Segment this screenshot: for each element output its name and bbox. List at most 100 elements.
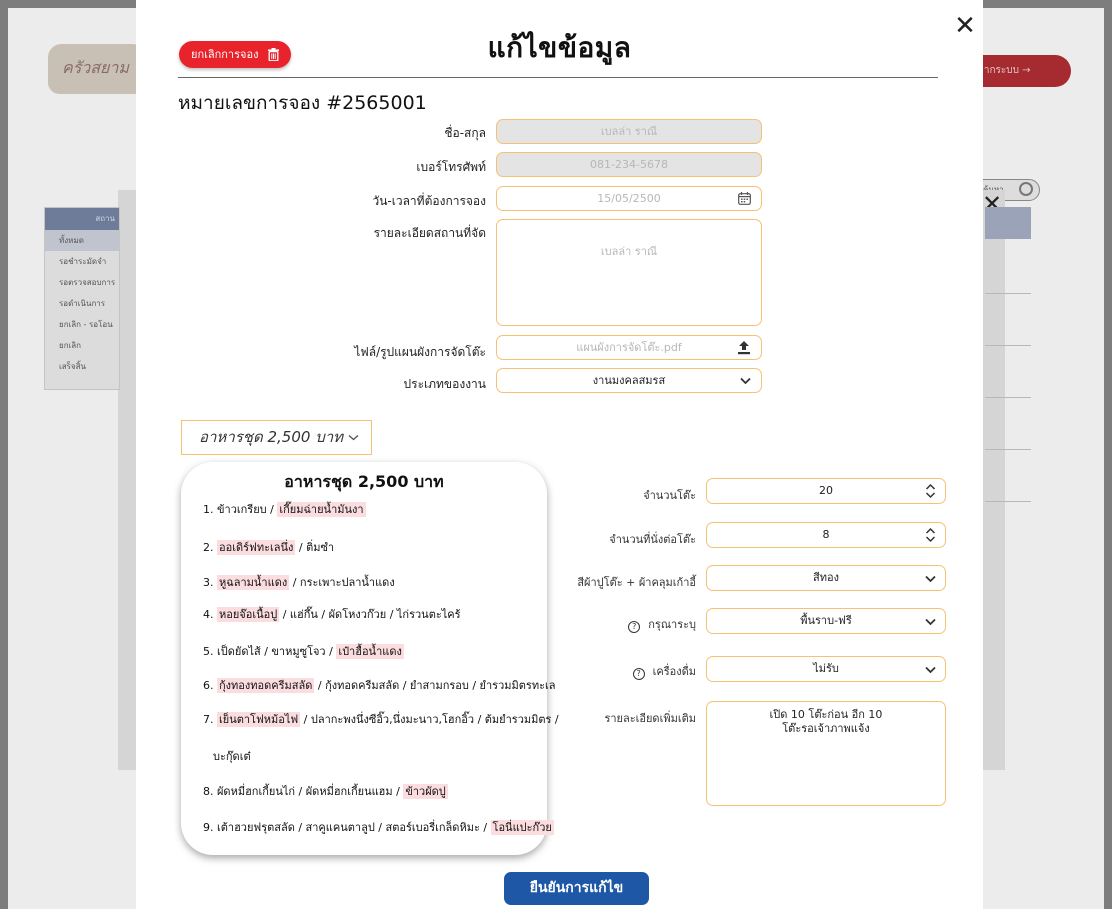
seats-label: จำนวนที่นั่งต่อโต๊ะ (609, 533, 696, 546)
drinks-label: ? เครื่องดื่ม (556, 662, 696, 680)
background-sidebar: สถาน ทั้งหมด รอชำระมัดจำ รอตรวจสอบการ รอ… (44, 207, 120, 390)
stepper-icon[interactable] (925, 527, 936, 543)
menu-item: 4. หอยจ๊อเนื้อปู / แฮ่กึ๊น / ผัดโหงวก๊วย… (203, 605, 461, 623)
chevron-down-icon (348, 434, 359, 441)
menu-item-highlight: เกี๊ยมฉ่ายน้ำมันงา (277, 502, 366, 517)
file-value: แผนผังการจัดโต๊ะ.pdf (576, 341, 682, 354)
menu-item-text: 8. ผัดหมี่ฮกเกี้ยนไก่ / ผัดหมี่ฮกเกี้ยนแ… (203, 785, 404, 798)
venue-value: เบลล่า ราณี (600, 245, 658, 258)
menu-item: 6. กุ้งทองทอดครีมสลัด / กุ้งทอดครีมสลัด … (203, 676, 555, 694)
chevron-down-icon (925, 575, 936, 583)
datetime-label: วัน-เวลาที่ต้องการจอง (372, 194, 486, 208)
file-label: ไฟล์/รูปแผนผังการจัดโต๊ะ (354, 345, 486, 359)
set-menu-select[interactable]: อาหารชุด 2,500 บาท (181, 420, 372, 455)
menu-item-highlight: โอนี่แปะก๊วย (490, 820, 554, 835)
tables-stepper[interactable]: 20 (706, 478, 946, 504)
menu-item-highlight: เย็นตาโฟหม้อไฟ (217, 712, 301, 727)
menu-item: 7. เย็นตาโฟหม้อไฟ / ปลากะพงนึ่งซีอิ๊ว,นึ… (203, 710, 559, 728)
help-icon[interactable]: ? (632, 668, 645, 680)
stepper-icon[interactable] (925, 483, 936, 499)
menu-item: 8. ผัดหมี่ฮกเกี้ยนไก่ / ผัดหมี่ฮกเกี้ยนแ… (203, 782, 448, 800)
floor-label-text: กรุณาระบุ (648, 618, 696, 631)
background-sidebar-item: รอดำเนินการ (59, 299, 106, 308)
name-label: ชื่อ-สกุล (444, 126, 486, 140)
menu-item-highlight: กุ้งทองทอดครีมสลัด (217, 678, 315, 693)
menu-item-text: 1. ข้าวเกรียบ / (203, 503, 278, 516)
name-field: เบลล่า ราณี (496, 119, 762, 144)
notes-textarea[interactable]: เปิด 10 โต๊ะก่อน อีก 10 โต๊ะรอเจ้าภาพแจ้… (706, 701, 946, 806)
file-upload-field[interactable]: แผนผังการจัดโต๊ะ.pdf (496, 335, 762, 360)
help-icon[interactable]: ? (628, 621, 641, 633)
floor-label: ? กรุณาระบุ (556, 615, 696, 633)
seats-value: 8 (822, 528, 830, 541)
confirm-edit-button[interactable]: ยืนยันการแก้ไข (504, 872, 649, 905)
menu-item-text: 7. (203, 713, 217, 726)
tables-label: จำนวนโต๊ะ (643, 489, 696, 502)
event-type-select[interactable]: งานมงคลสมรส (496, 368, 762, 393)
set-menu-selected: อาหารชุด 2,500 บาท (199, 428, 344, 446)
chevron-down-icon (925, 618, 936, 626)
background-logo-text: ครัวสยาม (62, 58, 129, 77)
menu-item: 9. เต้าฮวยฟรุตสลัด / สาคูแคนตาลูป / สตอร… (203, 818, 554, 836)
menu-item-highlight: ออเดิร์ฟทะเลนึ่ง (217, 540, 296, 555)
drinks-value: ไม่รับ (813, 662, 839, 675)
background-sidebar-item: เสร็จสิ้น (59, 362, 86, 371)
background-sidebar-header: สถาน (45, 208, 119, 230)
background-divider (985, 501, 1031, 502)
background-sidebar-item: ยกเลิก - รอโอน (59, 320, 113, 329)
menu-item-text: 3. (203, 576, 217, 589)
menu-item-text: / กุ้งทอดครีมสลัด / ยำสามกรอบ / ยำรวมมิต… (314, 679, 556, 692)
notes-label: รายละเอียดเพิ่มเติม (604, 712, 696, 725)
background-divider (985, 397, 1031, 398)
menu-item-highlight: หอยจ๊อเนื้อปู (217, 607, 280, 622)
menu-item: บะกุ๊ดเต๋ (213, 747, 251, 765)
background-divider (985, 449, 1031, 450)
phone-field: 081-234-5678 (496, 152, 762, 177)
drinks-select[interactable]: ไม่รับ (706, 656, 946, 682)
menu-item-highlight: เป๋าฮื้อน้ำแดง (336, 644, 404, 659)
seats-stepper[interactable]: 8 (706, 522, 946, 548)
drinks-label-text: เครื่องดื่ม (652, 665, 696, 678)
menu-item-highlight: หูฉลามน้ำแดง (217, 575, 290, 590)
phone-value: 081-234-5678 (590, 158, 668, 171)
background-sidebar-item: รอชำระมัดจำ (59, 257, 107, 266)
venue-textarea[interactable]: เบลล่า ราณี (496, 219, 762, 326)
menu-item: 2. ออเดิร์ฟทะเลนึ่ง / ติ่มซำ (203, 538, 334, 556)
menu-item-text: บะกุ๊ดเต๋ (213, 750, 251, 763)
background-table-header (985, 207, 1031, 239)
phone-label: เบอร์โทรศัพท์ (416, 160, 486, 174)
title-divider (178, 77, 938, 78)
menu-item-text: / ปลากะพงนึ่งซีอิ๊ว,นึ่งมะนาว,โฮกอิ๊ว / … (300, 713, 559, 726)
search-icon (1019, 182, 1033, 196)
background-sidebar-item: รอตรวจสอบการ (59, 278, 116, 287)
menu-item-text: / กระเพาะปลาน้ำแดง (289, 576, 395, 589)
floor-select[interactable]: พื้นราบ-ฟรี (706, 608, 946, 634)
event-type-label: ประเภทของงาน (403, 377, 487, 391)
menu-item-text: / แฮ่กึ๊น / ผัดโหงวก๊วย / ไก่รวนตะไคร้ (279, 608, 461, 621)
menu-item-highlight: ข้าวผัดปู (403, 784, 448, 799)
background-sidebar-item: ทั้งหมด (45, 230, 119, 251)
menu-item-text: 9. เต้าฮวยฟรุตสลัด / สาคูแคนตาลูป / สตอร… (203, 821, 491, 834)
menu-item: 5. เป็ดยัดไส้ / ขาหมูซูโจว / เป๋าฮื้อน้ำ… (203, 642, 404, 660)
upload-icon[interactable] (737, 340, 751, 355)
background-divider (985, 293, 1031, 294)
datetime-field[interactable]: 15/05/2500 (496, 186, 762, 211)
chevron-down-icon (925, 666, 936, 674)
set-menu-card: อาหารชุด 2,500 บาท 1. ข้าวเกรียบ / เกี๊ย… (181, 462, 559, 855)
calendar-icon[interactable] (738, 192, 751, 205)
menu-item-text: 6. (203, 679, 217, 692)
menu-item-text: 4. (203, 608, 217, 621)
menu-item-text: / ติ่มซำ (295, 541, 335, 554)
background-sidebar-item: ยกเลิก (59, 341, 82, 350)
menu-item-text: 2. (203, 541, 217, 554)
menu-item-text: 5. เป็ดยัดไส้ / ขาหมูซูโจว / (203, 645, 337, 658)
page-title: แก้ไขข้อมูล (487, 31, 632, 64)
event-type-value: งานมงคลสมรส (592, 374, 666, 387)
set-menu-card-title: อาหารชุด 2,500 บาท (284, 472, 444, 491)
notes-value-line: เปิด 10 โต๊ะก่อน อีก 10 (769, 708, 883, 721)
menu-item: 3. หูฉลามน้ำแดง / กระเพาะปลาน้ำแดง (203, 573, 395, 591)
cloth-value: สีทอง (813, 571, 839, 584)
tables-value: 20 (819, 484, 833, 497)
cloth-select[interactable]: สีทอง (706, 565, 946, 591)
name-value: เบลล่า ราณี (600, 125, 658, 138)
